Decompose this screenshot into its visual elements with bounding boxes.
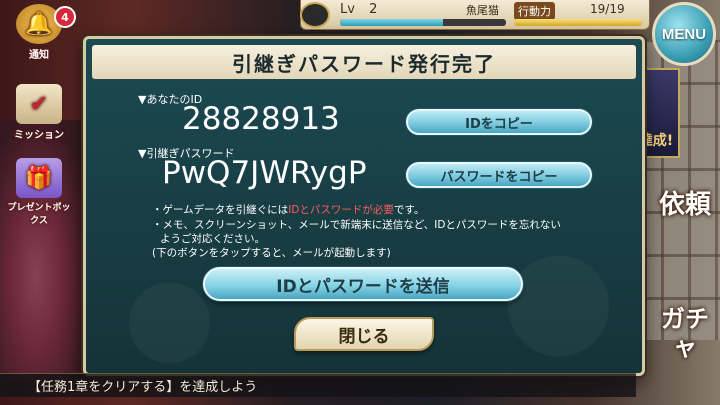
gacha-label: ガチャ bbox=[661, 305, 709, 361]
gacha-button[interactable]: ガチャ bbox=[654, 305, 716, 361]
mission-scroll-icon: ✔ bbox=[16, 84, 62, 124]
level-value: 2 bbox=[369, 2, 378, 17]
password-value: PwQ7JWRygP bbox=[162, 155, 367, 191]
notice-count-badge: 4 bbox=[54, 6, 76, 28]
mission-hint-bar[interactable]: 【任務1章をクリアする】を達成しよう bbox=[0, 373, 636, 397]
gift-box-icon: 🎁 bbox=[16, 158, 62, 198]
note-line-3: ようご対応ください。 bbox=[160, 233, 265, 245]
player-level: Lv 2 bbox=[340, 2, 377, 17]
mission-hint-text: 【任務1章をクリアする】を達成しよう bbox=[28, 380, 258, 395]
player-name: 魚尾猫 bbox=[466, 4, 499, 17]
player-emblem-icon bbox=[300, 2, 330, 28]
level-label: Lv bbox=[340, 2, 355, 17]
send-id-password-button[interactable]: IDとパスワードを送信 bbox=[203, 267, 523, 301]
note-line-4: (下のボタンをタップすると、メールが起動します) bbox=[152, 247, 391, 259]
user-id-value: 28828913 bbox=[182, 101, 340, 137]
exp-bar bbox=[340, 19, 506, 26]
action-points-label: 行動力 bbox=[514, 2, 555, 20]
transfer-password-dialog: 引継ぎパスワード発行完了 ▼あなたのID 28828913 IDをコピー ▼引継… bbox=[83, 36, 645, 376]
dialog-title: 引継ぎパスワード発行完了 bbox=[92, 45, 636, 79]
notice-label: 通知 bbox=[29, 50, 49, 61]
note-line-2: ・メモ、スクリーンショット、メールで新端末に送信など、IDとパスワードを忘れない bbox=[152, 219, 561, 231]
action-points-value: 19/19 bbox=[590, 2, 625, 16]
copy-password-button[interactable]: パスワードをコピー bbox=[406, 162, 592, 188]
note-line-1: ・ゲームデータを引継ぐにはIDとパスワードが必要です。 bbox=[152, 203, 424, 218]
action-points-bar bbox=[514, 19, 642, 26]
note1-prefix: ・ゲームデータを引継ぐには bbox=[152, 204, 289, 216]
mission-label: ミッション bbox=[14, 130, 64, 141]
note1-highlight: IDとパスワードが必要 bbox=[288, 204, 394, 216]
present-label: プレゼントボックス bbox=[7, 203, 71, 226]
close-button[interactable]: 閉じる bbox=[294, 317, 434, 351]
copy-id-button[interactable]: IDをコピー bbox=[406, 109, 592, 135]
present-box-button[interactable]: 🎁 プレゼントボックス bbox=[6, 158, 72, 226]
menu-button[interactable]: MENU bbox=[652, 2, 716, 66]
mission-button[interactable]: ✔ ミッション bbox=[6, 84, 72, 141]
request-button[interactable]: 依頼 bbox=[654, 190, 716, 220]
request-label: 依頼 bbox=[658, 190, 711, 220]
note1-suffix: です。 bbox=[393, 204, 425, 216]
